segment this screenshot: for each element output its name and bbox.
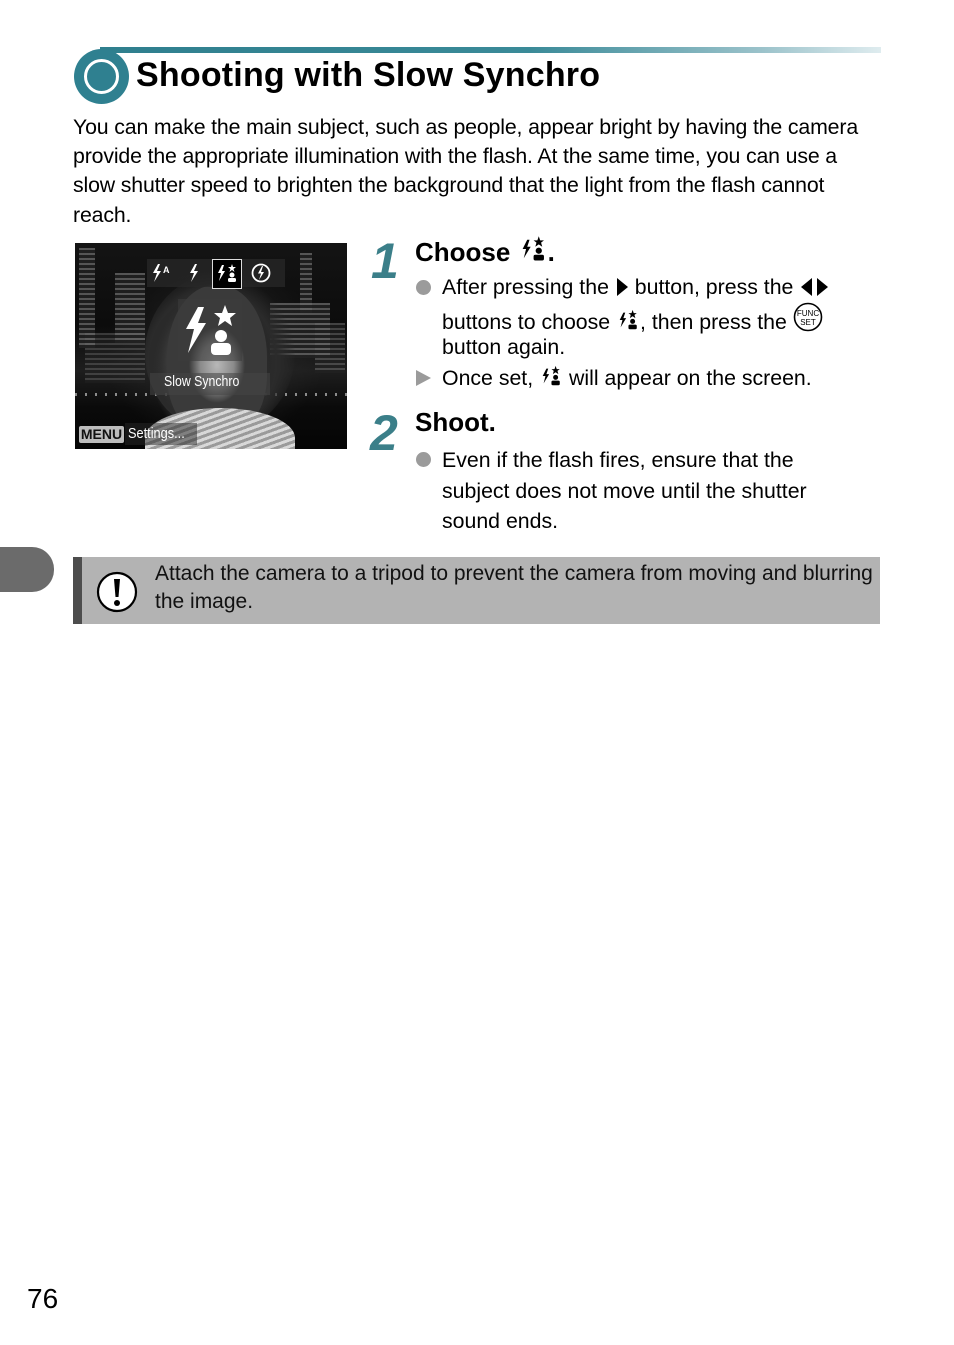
selected-mode-label: Slow Synchro — [164, 374, 240, 390]
caution-note-stripe — [73, 557, 82, 624]
step-2-instruction-line-3: sound ends. — [442, 509, 559, 533]
slow-synchro-icon — [616, 308, 640, 340]
camera-screen-illustration: A Slow Synchro MENU Settings... — [75, 243, 347, 449]
menu-button-icon: MENU — [79, 426, 124, 443]
step-title: Shoot. — [415, 407, 496, 437]
step-number: 1 — [371, 233, 399, 289]
svg-text:A: A — [163, 265, 170, 275]
step-title: Choose . — [415, 234, 555, 271]
chapter-tab — [0, 547, 54, 592]
step-2-instruction-line-1: Even if the flash fires, ensure that the — [442, 448, 794, 472]
step-1-instruction-line-1: After pressing the button, press the — [442, 272, 831, 305]
svg-text:SET: SET — [800, 318, 816, 327]
bullet-dot-icon — [416, 280, 431, 295]
caution-icon — [96, 571, 138, 613]
right-button-icon — [615, 275, 629, 305]
step-title-text: Choose — [415, 237, 511, 267]
step-2-instruction-line-2: subject does not move until the shutter — [442, 479, 807, 503]
slow-synchro-icon — [518, 234, 548, 271]
page-title: Shooting with Slow Synchro — [136, 56, 601, 94]
bullet-dot-icon — [416, 452, 431, 467]
step-title-suffix: . — [547, 237, 555, 267]
flash-on-icon — [182, 261, 206, 285]
step-1-instruction-line-3: button again. — [442, 335, 566, 359]
title-rule — [100, 47, 881, 53]
result-arrow-icon — [416, 370, 431, 386]
step-number: 2 — [370, 405, 398, 461]
auto-flash-icon: A — [149, 261, 173, 285]
page-number: 76 — [27, 1283, 59, 1314]
svg-text:FUNC: FUNC — [797, 309, 819, 318]
step-1-result: Once set, will appear on the screen. — [442, 363, 812, 396]
section-marker-icon — [74, 49, 129, 104]
left-right-buttons-icon — [799, 275, 831, 305]
intro-paragraph: You can make the main subject, such as p… — [73, 115, 859, 227]
slow-synchro-icon — [539, 364, 563, 396]
func-set-button-icon: FUNC SET — [793, 302, 823, 340]
menu-settings-label: Settings... — [128, 426, 185, 442]
flash-off-icon — [249, 261, 273, 285]
selected-mode-large-icon — [178, 299, 242, 361]
caution-note-text: Attach the camera to a tripod to prevent… — [155, 562, 873, 613]
slow-synchro-icon — [212, 259, 242, 289]
